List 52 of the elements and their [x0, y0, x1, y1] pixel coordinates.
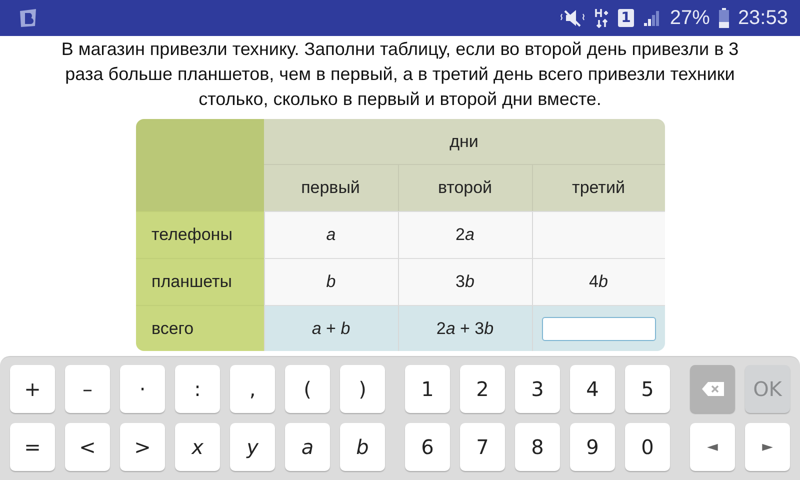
cell-value: b [326, 272, 336, 292]
cell-value: 2a + 3b [436, 318, 494, 338]
cell-value: a [326, 225, 336, 245]
symbol-key[interactable]: y [230, 423, 275, 471]
row-header: всего [136, 305, 264, 351]
column-group-header: дни [264, 119, 664, 165]
row-header: телефоны [136, 211, 264, 258]
symbol-key[interactable]: = [10, 423, 55, 471]
cell-value: 4b [589, 272, 608, 292]
symbol-key[interactable]: x [175, 423, 220, 471]
digit-key[interactable]: 2 [460, 365, 505, 413]
mute-icon [560, 9, 586, 27]
symbol-key[interactable]: ( [285, 365, 330, 413]
digit-key[interactable]: 6 [405, 423, 450, 471]
symbol-key[interactable]: b [340, 423, 385, 471]
cell-value: a + b [312, 318, 350, 338]
symbol-key[interactable]: ) [340, 365, 385, 413]
symbol-key[interactable]: < [65, 423, 110, 471]
cell-value: 2a [456, 225, 474, 245]
backspace-key[interactable] [690, 365, 735, 413]
column-header: третий [532, 165, 664, 211]
backspace-icon [700, 381, 724, 397]
digit-key[interactable]: 0 [625, 423, 670, 471]
column-header: второй [398, 165, 532, 211]
row-header: планшеты [136, 258, 264, 305]
digit-key[interactable]: 3 [515, 365, 560, 413]
task-text: В магазин привезли технику. Заполни таблицу, если во второй день привезли в 3 раза больше планшетов, чем в первый, а в третий день всего привезли техники столько, сколько в первый и второй дни вместе. [60, 38, 740, 111]
answer-field[interactable] [542, 316, 656, 340]
symbol-key[interactable]: , [230, 365, 275, 413]
column-header: первый [264, 165, 398, 211]
clock: 23:53 [738, 6, 788, 30]
digit-key[interactable]: 1 [405, 365, 450, 413]
signal-icon [642, 9, 661, 27]
sim-badge: 1 [618, 9, 634, 27]
battery-icon [718, 8, 729, 28]
cell-value: 3b [456, 272, 474, 292]
app-logo-icon [18, 8, 38, 28]
symbol-key[interactable]: + [10, 365, 55, 413]
arrow-key[interactable]: ◄ [690, 423, 735, 471]
symbol-key[interactable]: a [285, 423, 330, 471]
digit-key[interactable]: 7 [460, 423, 505, 471]
network-type-icon [595, 8, 610, 28]
digit-key[interactable]: 4 [570, 365, 615, 413]
battery-percent: 27% [670, 6, 710, 30]
symbol-key[interactable]: – [65, 365, 110, 413]
digit-key[interactable]: 8 [515, 423, 560, 471]
symbol-key[interactable]: · [120, 365, 165, 413]
digit-key[interactable]: 9 [570, 423, 615, 471]
symbol-key[interactable]: : [175, 365, 220, 413]
digit-key[interactable]: 5 [625, 365, 670, 413]
arrow-key[interactable]: ► [745, 423, 790, 471]
symbol-key[interactable]: > [120, 423, 165, 471]
